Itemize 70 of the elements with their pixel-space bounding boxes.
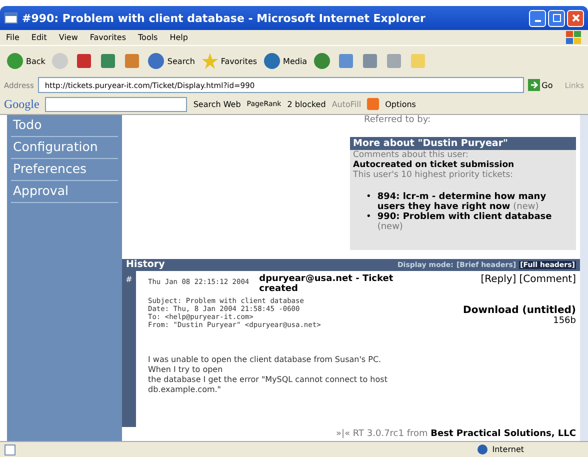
print-button[interactable]: [361, 52, 380, 70]
history-button[interactable]: [313, 52, 332, 70]
windows-logo-icon: [566, 30, 582, 44]
options-button[interactable]: Options: [385, 100, 416, 108]
zone-label: Internet: [492, 445, 524, 454]
close-button[interactable]: [567, 10, 584, 26]
circle-icon: [263, 52, 282, 70]
toolbar-icon: [123, 52, 142, 70]
user-comment: Autocreated on ticket submission: [352, 160, 516, 170]
entry-description: dpuryear@usa.net - Ticket created: [259, 274, 394, 294]
back-button[interactable]: Back: [6, 52, 46, 70]
edit-button[interactable]: [385, 52, 404, 70]
scrollbar[interactable]: [580, 115, 588, 441]
globe-icon: [477, 444, 488, 455]
stop-button[interactable]: [75, 52, 94, 70]
message-line: db.example.com.": [148, 385, 222, 395]
circle-icon: [6, 52, 24, 70]
mail-button[interactable]: [337, 52, 356, 70]
go-button[interactable]: Go: [528, 79, 553, 91]
toolbar-icon: [361, 52, 380, 70]
action-link[interactable]: [Comment]: [519, 274, 576, 285]
bullet: •: [366, 192, 372, 202]
circle-icon: [51, 52, 70, 70]
ticket-link[interactable]: 990: Problem with client database (new): [377, 212, 576, 232]
close-icon: [572, 14, 580, 22]
toolbar-icon: [99, 52, 118, 70]
minimize-button[interactable]: [529, 10, 546, 26]
home-button[interactable]: [123, 52, 142, 70]
attachment-size: 156b: [552, 316, 576, 326]
message-line: I was unable to open the client database from Susan's PC.: [148, 355, 382, 365]
menu-item[interactable]: Tools: [138, 33, 158, 42]
maximize-icon: [552, 14, 560, 22]
page-icon: [4, 444, 16, 456]
ticket-link[interactable]: 894: lcr-m - determine how many users they have right now (new): [377, 192, 576, 212]
favorites-button[interactable]: Favorites: [200, 52, 258, 70]
bullet: •: [366, 212, 372, 222]
menu-item[interactable]: Favorites: [90, 33, 126, 42]
star-icon: [200, 52, 219, 70]
message-line: When I try to open: [148, 365, 224, 375]
search-icon: [147, 52, 166, 70]
search-button[interactable]: Search: [147, 52, 195, 70]
maximize-button[interactable]: [548, 10, 565, 26]
toolbar-icon: [75, 52, 94, 70]
window-title: #990: Problem with client database - Microsoft Internet Explorer: [22, 12, 426, 24]
toolbar-icon: [337, 52, 356, 70]
media-button[interactable]: Media: [263, 52, 308, 70]
page-icon: [4, 11, 18, 25]
panel-title: More about "Dustin Puryear": [350, 137, 576, 150]
search-field[interactable]: [45, 96, 188, 112]
menu-item[interactable]: View: [58, 33, 78, 42]
entry-marker: #: [126, 275, 132, 286]
download-link[interactable]: Download (untitled): [463, 305, 576, 316]
toolbar-icon: [409, 52, 428, 70]
circle-icon: [313, 52, 332, 70]
refresh-button[interactable]: [99, 52, 118, 70]
menu-item[interactable]: Help: [170, 33, 188, 42]
action-link[interactable]: [Reply]: [480, 274, 516, 285]
menu-item[interactable]: File: [6, 33, 20, 42]
menu-item[interactable]: Edit: [31, 33, 47, 42]
tickets-label: This user's 10 highest priority tickets:: [352, 170, 514, 180]
popup-blocker-button[interactable]: 2 blocked: [287, 100, 326, 108]
referred-label: Referred to by:: [363, 115, 432, 125]
toolbar-icon: [385, 52, 404, 70]
comments-label: Comments about this user:: [352, 150, 470, 160]
history-title: History: [126, 259, 165, 270]
google-logo[interactable]: Google: [4, 96, 40, 112]
footer-version: »|« RT 3.0.7rc1 from: [336, 429, 428, 439]
search-web-button[interactable]: Search Web: [193, 100, 241, 108]
message-line: the database I get the error "MySQL cannot connect to host: [148, 375, 388, 385]
footer-company[interactable]: Best Practical Solutions, LLC: [430, 429, 576, 439]
